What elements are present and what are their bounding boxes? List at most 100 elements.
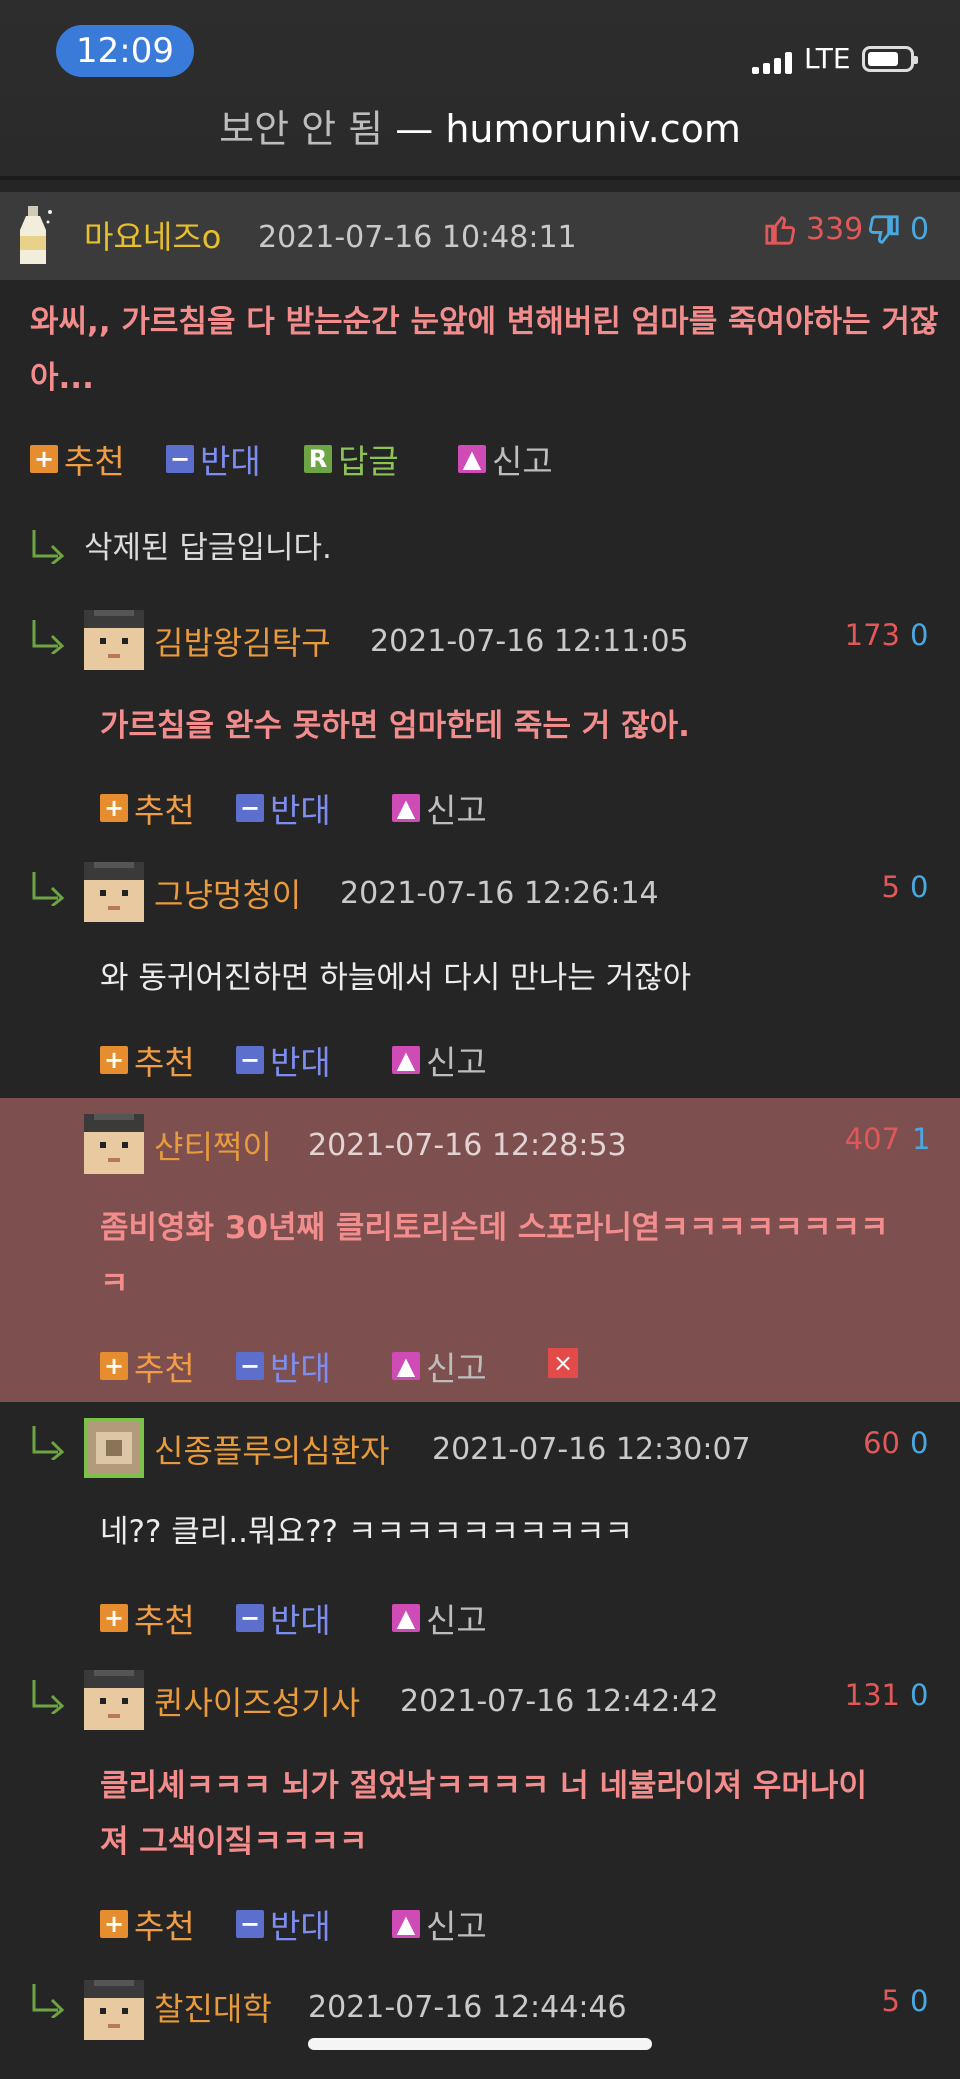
reply-dislike-count: 0 [910, 870, 929, 904]
reply-arrow-icon [32, 1426, 65, 1460]
reply-arrow-icon [32, 872, 65, 906]
reply-like-count: 5 [881, 870, 900, 904]
reply-date: 2021-07-16 12:11:05 [370, 624, 689, 659]
minus-icon: − [236, 1046, 264, 1074]
delete-button[interactable]: × [548, 1348, 578, 1378]
reply-nickname[interactable]: 신종플루의심환자 [154, 1426, 390, 1472]
avatar-icon[interactable] [84, 1980, 144, 2040]
report-button[interactable]: ▲ 신고 [392, 1900, 487, 1948]
reply-date: 2021-07-16 12:30:07 [432, 1432, 751, 1467]
report-button[interactable]: ▲ 신고 [392, 1036, 487, 1084]
recommend-button[interactable]: + 추천 [100, 1036, 195, 1084]
reply-arrow-icon [32, 1984, 65, 2018]
siren-icon: ▲ [392, 1604, 420, 1632]
reply-arrow-icon [32, 620, 65, 654]
plus-icon: + [30, 445, 58, 473]
dislike-count: 0 [910, 212, 930, 247]
reply-nickname[interactable]: 김밥왕김탁구 [154, 618, 331, 664]
reply-like-count: 407 [844, 1122, 900, 1156]
report-button[interactable]: ▲ 신고 [392, 1594, 487, 1642]
reply-r-icon: R [304, 445, 332, 473]
recommend-button[interactable]: + 추천 [100, 1900, 195, 1948]
recommend-button[interactable]: + 추천 [30, 435, 125, 483]
comment-date: 2021-07-16 10:48:11 [258, 220, 577, 255]
avatar-icon[interactable] [84, 1418, 144, 1478]
oppose-button[interactable]: − 반대 [236, 1900, 331, 1948]
siren-icon: ▲ [458, 445, 486, 473]
siren-icon: ▲ [392, 1046, 420, 1074]
minus-icon: − [236, 1604, 264, 1632]
reply-dislike-count: 0 [910, 1426, 929, 1460]
like-count: 339 [806, 212, 864, 247]
security-label: 보안 안 됨 [219, 107, 384, 151]
siren-icon: ▲ [392, 794, 420, 822]
home-indicator[interactable] [308, 2038, 652, 2050]
minus-icon: − [236, 794, 264, 822]
bottle-icon [20, 206, 52, 264]
oppose-button[interactable]: − 반대 [166, 435, 261, 483]
reply-like-count: 173 [844, 618, 900, 652]
oppose-button[interactable]: − 반대 [236, 1036, 331, 1084]
reply-like-count: 60 [863, 1426, 900, 1460]
plus-icon: + [100, 1910, 128, 1938]
avatar-icon[interactable] [84, 862, 144, 922]
reply-nickname[interactable]: 그냥멍청이 [154, 870, 301, 916]
reply-actions: + 추천 − 반대 ▲ 신고 [100, 1900, 600, 1946]
reply-text-line: 클리셰ㅋㅋㅋ 뇌가 절었낰ㅋㅋㅋㅋ 너 네뷸라이져 우머나이 [100, 1768, 867, 1804]
thumbs-down-icon[interactable] [866, 214, 900, 248]
url-bar[interactable]: 보안 안 됨 — humoruniv.com [0, 98, 960, 153]
oppose-button[interactable]: − 반대 [236, 784, 331, 832]
recommend-button[interactable]: + 추천 [100, 1594, 195, 1642]
avatar-icon[interactable] [84, 1114, 144, 1174]
reply-button[interactable]: R 답글 [304, 435, 399, 483]
reply-text: 와 동귀어진하면 하늘에서 다시 만나는 거잖아 [100, 960, 692, 996]
siren-icon: ▲ [392, 1910, 420, 1938]
signal-icon [752, 52, 796, 74]
reply-text-line: 져 그색이짘ㅋㅋㅋㅋ [100, 1824, 368, 1860]
reply-date: 2021-07-16 12:42:42 [400, 1684, 719, 1719]
thumbs-up-icon[interactable] [764, 212, 798, 246]
url-separator: — [395, 107, 434, 151]
reply-text-line: ㅋ [100, 1266, 129, 1302]
plus-icon: + [100, 794, 128, 822]
report-button[interactable]: ▲ 신고 [458, 435, 553, 483]
reply-nickname[interactable]: 찰진대학 [154, 1984, 272, 2030]
deleted-reply-text: 삭제된 답글입니다. [84, 530, 332, 566]
reply-dislike-count: 0 [910, 1678, 929, 1712]
battery-icon [862, 46, 918, 72]
network-type: LTE [804, 42, 851, 75]
reply-arrow-icon [32, 530, 65, 564]
avatar-icon[interactable] [84, 1670, 144, 1730]
reply-dislike-count: 1 [912, 1122, 931, 1156]
reply-nickname[interactable]: 퀸사이즈성기사 [154, 1678, 360, 1724]
url-domain: humoruniv.com [445, 107, 741, 151]
minus-icon: − [166, 445, 194, 473]
main-comment-text: 와씨,, 가르침을 다 받는순간 눈앞에 변해버린 엄마를 죽여야하는 거잖아.… [30, 304, 939, 396]
reply-actions: + 추천 − 반대 ▲ 신고 [100, 1342, 600, 1388]
reply-text: 좀비영화 30년째 클리토리슨데 스포라니엳ㅋㅋㅋㅋㅋㅋㅋㅋ ㅋ [100, 1200, 940, 1312]
avatar-icon[interactable] [84, 610, 144, 670]
recommend-button[interactable]: + 추천 [100, 784, 195, 832]
main-comment-header: 마요네즈o 2021-07-16 10:48:11 339 0 [0, 192, 960, 280]
recommend-button[interactable]: + 추천 [100, 1342, 195, 1390]
author-nickname[interactable]: 마요네즈o [84, 212, 221, 258]
reply-dislike-count: 0 [910, 1984, 929, 2018]
reply-text-line: 좀비영화 30년째 클리토리슨데 스포라니엳ㅋㅋㅋㅋㅋㅋㅋㅋ [100, 1210, 889, 1246]
oppose-button[interactable]: − 반대 [236, 1342, 331, 1390]
main-comment-actions: + 추천 − 반대 R 답글 ▲ 신고 [30, 435, 930, 481]
reply-actions: + 추천 − 반대 ▲ 신고 [100, 1594, 600, 1640]
siren-icon: ▲ [392, 1352, 420, 1380]
reply-text: 클리셰ㅋㅋㅋ 뇌가 절었낰ㅋㅋㅋㅋ 너 네뷸라이져 우머나이 져 그색이짘ㅋㅋㅋ… [100, 1758, 940, 1870]
report-button[interactable]: ▲ 신고 [392, 784, 487, 832]
report-button[interactable]: ▲ 신고 [392, 1342, 487, 1390]
divider [0, 176, 960, 180]
reply-text: 네?? 클리..뭐요?? ㅋㅋㅋㅋㅋㅋㅋㅋㅋㅋ [100, 1514, 634, 1550]
reply-nickname[interactable]: 샨티쩍이 [154, 1122, 272, 1168]
oppose-button[interactable]: − 반대 [236, 1594, 331, 1642]
reply-date: 2021-07-16 12:44:46 [308, 1990, 627, 2025]
browser-top-bar: 12:09 LTE 보안 안 됨 — humoruniv.com [0, 0, 960, 176]
reply-text: 가르침을 완수 못하면 엄마한테 죽는 거 잖아. [100, 708, 690, 744]
plus-icon: + [100, 1604, 128, 1632]
minus-icon: − [236, 1352, 264, 1380]
status-time: 12:09 [56, 25, 194, 77]
